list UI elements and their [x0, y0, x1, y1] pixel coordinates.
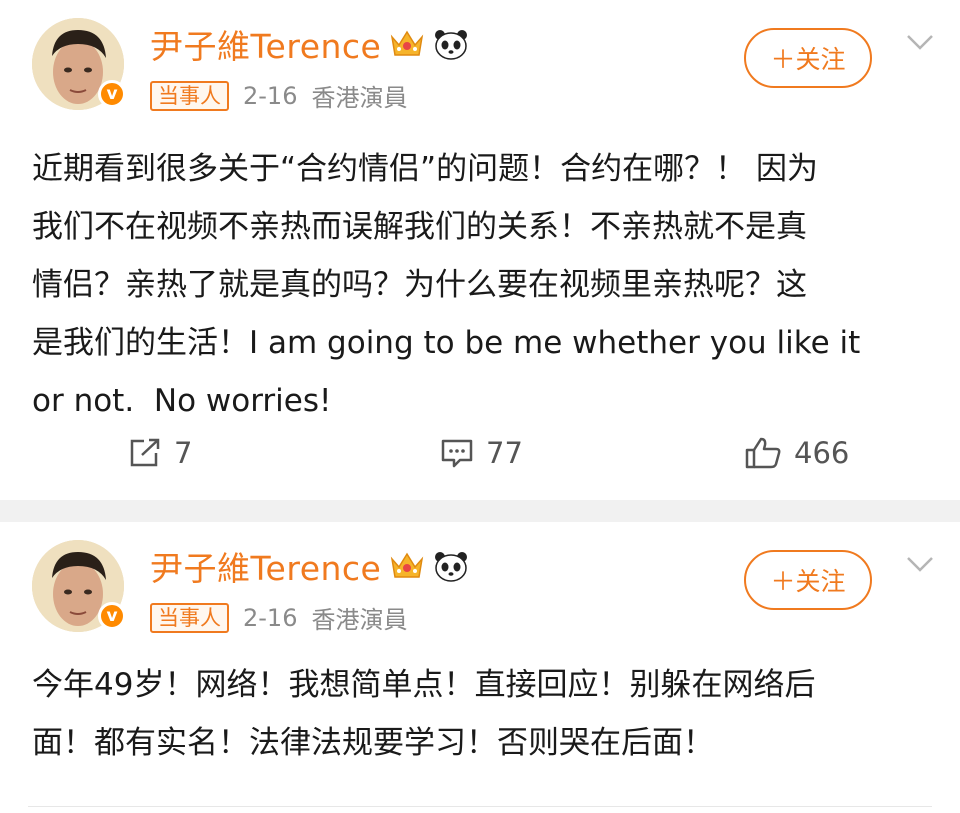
- status-badge: 当事人: [150, 80, 229, 111]
- follow-button[interactable]: ＋关注: [744, 28, 872, 88]
- follow-button[interactable]: ＋关注: [744, 550, 872, 610]
- avatar[interactable]: v: [32, 18, 126, 110]
- comment-count: 77: [486, 436, 523, 470]
- verified-badge: v: [98, 80, 126, 108]
- divider: [28, 806, 932, 807]
- author-description: 香港演員: [311, 606, 408, 634]
- post-text: 今年49岁！网络！我想简单点！直接回应！别躲在网络后 面！都有实名！法律法规要学…: [32, 667, 816, 761]
- chevron-down-icon[interactable]: [904, 552, 936, 576]
- post-meta: 当事人 2-16 香港演員: [150, 78, 407, 113]
- post-date: 2-16: [243, 81, 298, 110]
- post-separator: [0, 500, 960, 522]
- comment-button[interactable]: 77: [440, 436, 523, 470]
- repost-button[interactable]: 7: [128, 436, 192, 470]
- author-name[interactable]: 尹子維Terence: [150, 542, 381, 590]
- post-actions: 7 77 466: [0, 436, 960, 488]
- post-date: 2-16: [243, 603, 298, 632]
- author-row: 尹子維Terence: [150, 20, 469, 68]
- verified-badge: v: [98, 602, 126, 630]
- chevron-down-icon[interactable]: [904, 30, 936, 54]
- panda-icon: [435, 552, 468, 582]
- post-text: 近期看到很多关于“合约情侣”的问题！合约在哪？！ 因为 我们不在视频不亲热而误解…: [32, 151, 861, 419]
- crown-icon: [391, 30, 424, 56]
- post-card: v 尹子維Terence 当事人 2-16 香港演員 ＋关注 今年49岁！网络！…: [0, 522, 960, 813]
- post-card: v 尹子維Terence 当事人 2-16 香港演員 ＋关注 近期看到很多关于“…: [0, 0, 960, 500]
- author-name[interactable]: 尹子維Terence: [150, 20, 381, 68]
- thumbs-up-icon: [745, 437, 781, 469]
- crown-icon: [391, 552, 424, 578]
- post-meta: 当事人 2-16 香港演員: [150, 600, 407, 635]
- share-icon: [130, 438, 160, 467]
- repost-count: 7: [174, 436, 193, 470]
- status-badge: 当事人: [150, 602, 229, 633]
- panda-icon: [435, 30, 468, 60]
- like-count: 466: [794, 436, 850, 470]
- author-description: 香港演員: [311, 84, 408, 112]
- author-row: 尹子維Terence: [150, 542, 469, 590]
- like-button[interactable]: 466: [744, 436, 849, 470]
- comment-icon: [441, 439, 473, 468]
- avatar[interactable]: v: [32, 540, 126, 632]
